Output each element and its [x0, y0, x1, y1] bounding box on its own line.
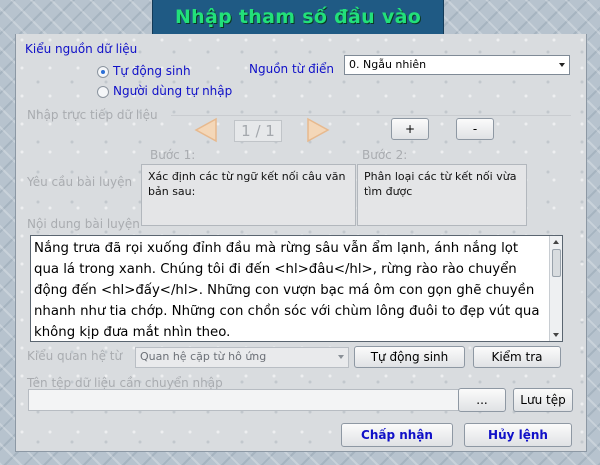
save-file-button[interactable]: Lưu tệp [513, 388, 573, 412]
chevron-down-icon [559, 63, 565, 67]
window-title: Nhập tham số đầu vào [174, 6, 422, 28]
step1-label: Bước 1: [150, 148, 196, 162]
next-arrow-icon[interactable] [306, 117, 330, 143]
source-type-label: Kiểu nguồn dữ liệu [25, 42, 138, 56]
dictionary-source-label: Nguồn từ điển [249, 62, 335, 76]
remove-button[interactable]: - [456, 118, 494, 140]
file-label: Tên tệp dữ liệu cần chuyển nhập [27, 376, 223, 390]
content-label: Nội dung bài luyện [27, 217, 140, 231]
accept-button[interactable]: Chấp nhận [341, 423, 453, 447]
dialog-panel: Kiểu nguồn dữ liệu Tự động sinh Người dù… [15, 34, 587, 452]
relation-select[interactable]: Quan hệ cặp từ hô ứng [135, 347, 349, 368]
prev-arrow-icon[interactable] [194, 117, 218, 143]
step2-text: Phân loại các từ kết nối vừa tìm được [357, 164, 527, 226]
title-bar: Nhập tham số đầu vào [152, 0, 444, 35]
step1-text: Xác định các từ ngữ kết nối câu văn bản … [141, 164, 356, 226]
group-divider [171, 115, 571, 116]
dictionary-source-value: 0. Ngẫu nhiên [349, 58, 427, 71]
step2-label: Bước 2: [362, 148, 408, 162]
file-name-input[interactable] [28, 389, 463, 411]
page-indicator: 1 / 1 [234, 120, 282, 142]
radio-user-input-label[interactable]: Người dùng tự nhập [113, 84, 232, 98]
cancel-button[interactable]: Hủy lệnh [464, 423, 572, 447]
radio-auto-generate-label[interactable]: Tự động sinh [113, 64, 191, 78]
scroll-down-icon[interactable] [553, 333, 559, 337]
chevron-down-icon [338, 355, 344, 359]
scroll-thumb[interactable] [552, 249, 561, 277]
dictionary-source-select[interactable]: 0. Ngẫu nhiên [344, 55, 570, 75]
content-scrollbar[interactable] [549, 236, 562, 341]
radio-user-input[interactable] [97, 86, 109, 98]
relation-value: Quan hệ cặp từ hô ứng [140, 350, 267, 363]
check-button[interactable]: Kiểm tra [473, 346, 561, 368]
add-button[interactable]: + [391, 118, 429, 140]
content-textarea[interactable]: Nắng trưa đã rọi xuống đỉnh đầu mà rừng … [30, 235, 563, 342]
browse-button[interactable]: ... [458, 388, 506, 412]
radio-auto-generate[interactable] [97, 66, 109, 78]
requirement-label: Yêu cầu bài luyện [27, 175, 133, 189]
scroll-up-icon[interactable] [553, 240, 559, 244]
direct-input-label: Nhập trực tiếp dữ liệu [27, 108, 158, 122]
auto-generate-button[interactable]: Tự động sinh [354, 346, 465, 368]
window-frame: Nhập tham số đầu vào Kiểu nguồn dữ liệu … [0, 0, 600, 465]
relation-label: Kiểu quan hệ từ [27, 349, 123, 363]
content-text: Nắng trưa đã rọi xuống đỉnh đầu mà rừng … [34, 241, 540, 340]
